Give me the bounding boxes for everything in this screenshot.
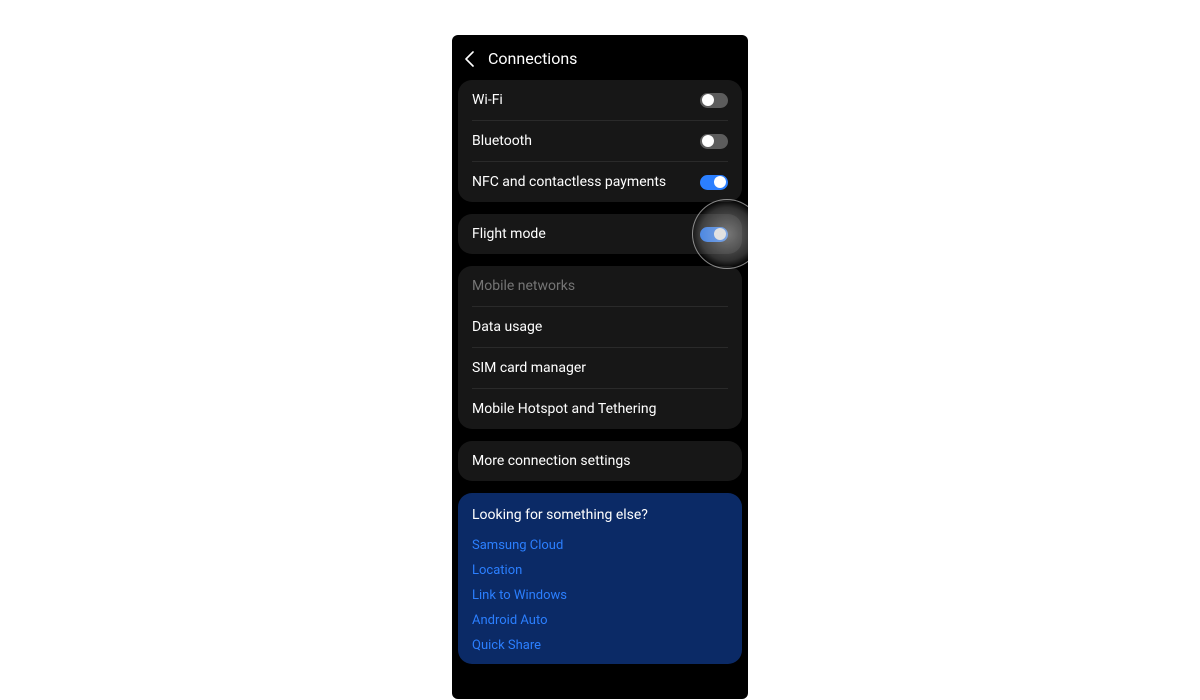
suggest-link-quick-share[interactable]: Quick Share <box>472 633 728 658</box>
settings-group: Mobile networks Data usage SIM card mana… <box>458 266 742 429</box>
row-label: SIM card manager <box>472 360 586 376</box>
suggest-card: Looking for something else? Samsung Clou… <box>458 493 742 664</box>
row-mobile-networks: Mobile networks <box>458 266 742 306</box>
suggest-link-location[interactable]: Location <box>472 558 728 583</box>
suggest-link-link-to-windows[interactable]: Link to Windows <box>472 583 728 608</box>
row-label: Bluetooth <box>472 133 532 149</box>
row-mobile-hotspot[interactable]: Mobile Hotspot and Tethering <box>458 389 742 429</box>
row-more-connection-settings[interactable]: More connection settings <box>458 441 742 481</box>
suggest-title: Looking for something else? <box>472 507 728 523</box>
settings-group: Wi-Fi Bluetooth NFC and contactless paym… <box>458 80 742 202</box>
phone-screen: Connections Wi-Fi Bluetooth NFC and cont… <box>452 35 748 699</box>
suggest-link-samsung-cloud[interactable]: Samsung Cloud <box>472 533 728 558</box>
settings-group: Flight mode <box>458 214 742 254</box>
row-wifi[interactable]: Wi-Fi <box>458 80 742 120</box>
row-label: Flight mode <box>472 226 546 242</box>
row-label: Data usage <box>472 319 542 335</box>
suggest-link-android-auto[interactable]: Android Auto <box>472 608 728 633</box>
toggle-nfc[interactable] <box>700 175 728 190</box>
toggle-bluetooth[interactable] <box>700 134 728 149</box>
row-label: Mobile networks <box>472 278 575 294</box>
row-label: Wi-Fi <box>472 92 503 108</box>
toggle-flight-mode[interactable] <box>700 227 728 242</box>
row-label: More connection settings <box>472 453 630 469</box>
page-title: Connections <box>488 49 577 68</box>
row-sim-card-manager[interactable]: SIM card manager <box>458 348 742 388</box>
row-data-usage[interactable]: Data usage <box>458 307 742 347</box>
row-nfc[interactable]: NFC and contactless payments <box>458 162 742 202</box>
back-icon[interactable] <box>464 51 474 67</box>
row-bluetooth[interactable]: Bluetooth <box>458 121 742 161</box>
toggle-wifi[interactable] <box>700 93 728 108</box>
header: Connections <box>452 35 748 80</box>
row-label: NFC and contactless payments <box>472 174 666 190</box>
settings-group: More connection settings <box>458 441 742 481</box>
row-flight-mode[interactable]: Flight mode <box>458 214 742 254</box>
row-label: Mobile Hotspot and Tethering <box>472 401 656 417</box>
